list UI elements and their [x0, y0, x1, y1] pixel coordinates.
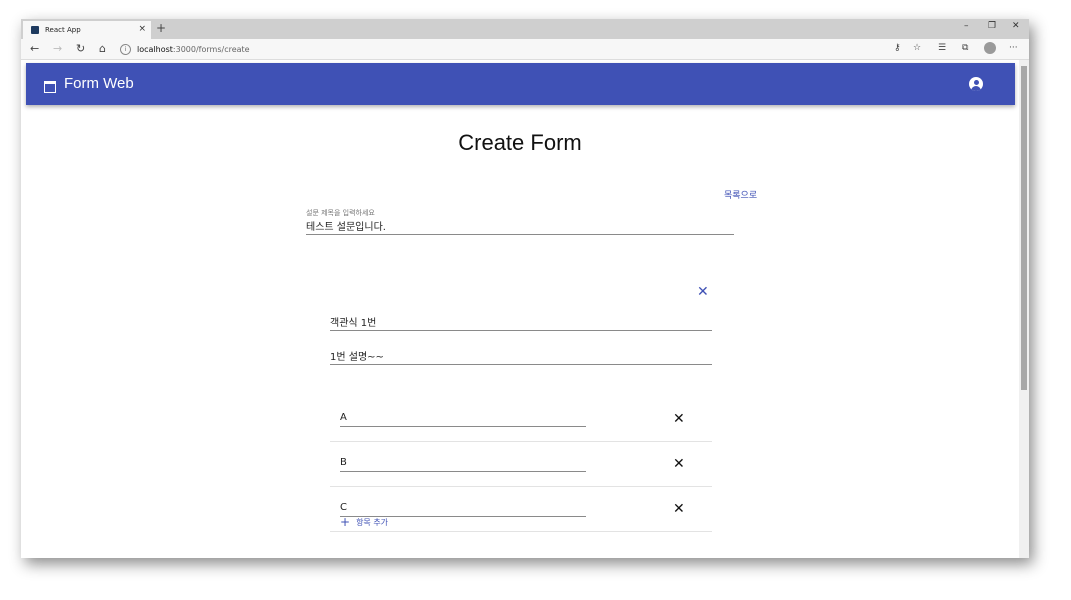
favorites-icon[interactable]: ☰: [938, 43, 946, 53]
page-viewport: Form Web Create Form 목록으로 설문 제목을 입력하세요 ✕…: [21, 60, 1029, 558]
new-tab-icon[interactable]: +: [156, 21, 166, 35]
web-icon: [44, 81, 56, 93]
remove-option-icon[interactable]: ✕: [673, 412, 685, 426]
browser-toolbar: ← → ↻ ⌂ i localhost:3000/forms/create ⚷ …: [21, 39, 1029, 60]
forward-icon[interactable]: →: [53, 42, 62, 55]
url-path: :3000/forms/create: [172, 44, 250, 54]
star-icon[interactable]: ☆: [913, 43, 921, 53]
account-body: [971, 86, 981, 91]
reload-icon[interactable]: ↻: [76, 42, 85, 55]
app-bar: Form Web: [26, 63, 1015, 105]
collections-icon[interactable]: ⧉: [962, 43, 968, 53]
option-row: ✕: [330, 441, 712, 487]
page-scrollbar[interactable]: [1019, 60, 1029, 558]
browser-window: React App × + – ❐ ✕ ← → ↻ ⌂ i localhost:…: [21, 19, 1029, 558]
account-head: [973, 79, 979, 85]
browser-tab[interactable]: React App ×: [23, 21, 151, 39]
maximize-icon[interactable]: ❐: [988, 21, 996, 31]
react-favicon-icon: [31, 26, 39, 34]
tab-strip: React App × + – ❐ ✕: [21, 19, 1029, 39]
remove-question-icon[interactable]: ✕: [697, 285, 709, 299]
more-icon[interactable]: ···: [1009, 43, 1018, 53]
plus-icon: +: [340, 515, 351, 529]
url-host: localhost: [137, 44, 173, 54]
form-title-input[interactable]: [306, 220, 734, 235]
option-input[interactable]: [340, 412, 586, 427]
home-icon[interactable]: ⌂: [99, 42, 106, 55]
scrollbar-thumb[interactable]: [1021, 66, 1027, 390]
back-to-list-link[interactable]: 목록으로: [724, 188, 757, 201]
profile-icon[interactable]: [984, 42, 996, 54]
minimize-icon[interactable]: –: [964, 21, 969, 31]
option-input[interactable]: [340, 457, 586, 472]
tab-title: React App: [45, 26, 81, 34]
add-option-button[interactable]: + 항목 추가: [340, 515, 388, 529]
account-circle-icon[interactable]: [969, 77, 983, 91]
remove-option-icon[interactable]: ✕: [673, 457, 685, 471]
add-option-label: 항목 추가: [356, 517, 389, 527]
form-title-label: 설문 제목을 입력하세요: [306, 209, 375, 217]
option-row: ✕: [330, 396, 712, 442]
remove-option-icon[interactable]: ✕: [673, 502, 685, 516]
site-info-icon[interactable]: i: [120, 43, 131, 55]
page-title: Create Form: [458, 130, 582, 155]
close-window-icon[interactable]: ✕: [1012, 21, 1020, 31]
address-bar[interactable]: i localhost:3000/forms/create: [120, 41, 890, 57]
key-icon[interactable]: ⚷: [894, 43, 901, 53]
back-icon[interactable]: ←: [30, 42, 39, 55]
app-title[interactable]: Form Web: [64, 75, 134, 92]
question-title-input[interactable]: [330, 316, 712, 331]
tab-close-icon[interactable]: ×: [138, 24, 146, 34]
question-description-input[interactable]: [330, 350, 712, 365]
